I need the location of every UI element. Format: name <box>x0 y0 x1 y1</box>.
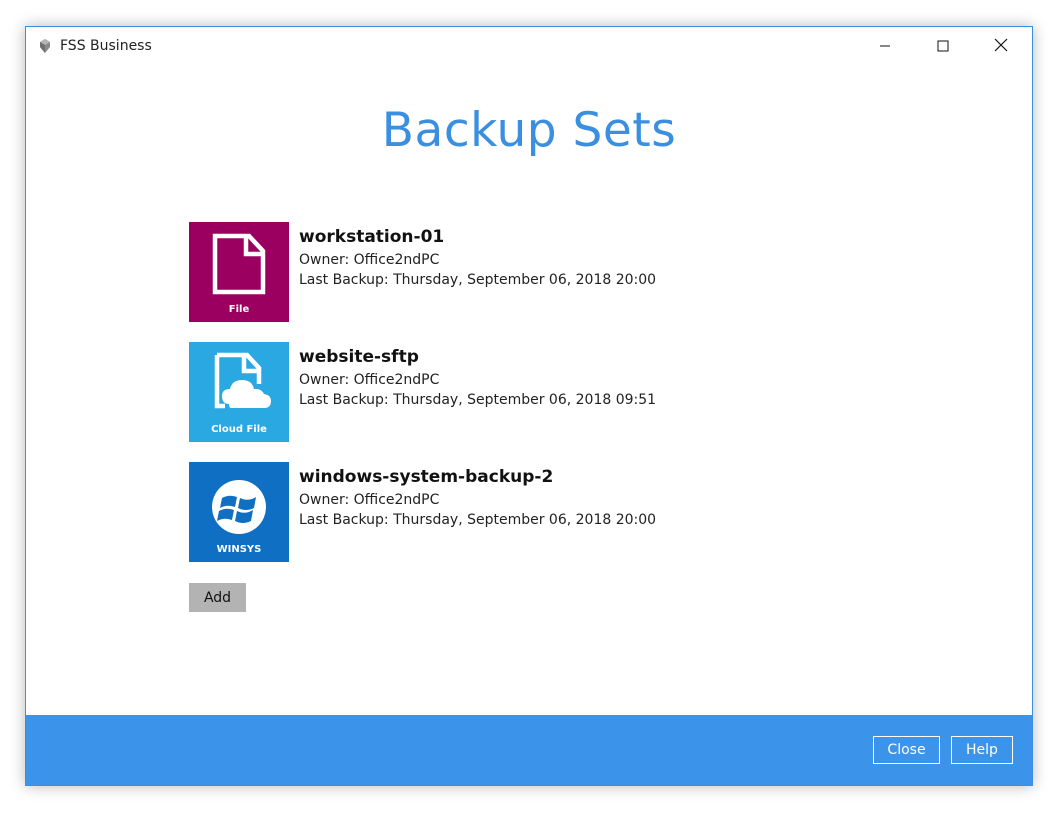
backup-set-name[interactable]: windows-system-backup-2 <box>299 467 553 487</box>
backup-set-owner: Owner: Office2ndPC <box>299 492 440 508</box>
tile-type-label: File <box>228 304 250 315</box>
backup-set-name[interactable]: website-sftp <box>299 347 419 367</box>
minimize-button[interactable] <box>856 27 914 65</box>
maximize-button[interactable] <box>914 27 972 65</box>
backup-set-item: Cloud File website-sftp Owner: Office2nd… <box>189 342 789 442</box>
footer-bar: Close Help <box>26 715 1032 785</box>
add-backup-set-button[interactable]: Add <box>189 583 246 612</box>
minimize-icon <box>879 37 891 56</box>
backup-set-tile-winsys[interactable]: WINSYS <box>189 462 289 562</box>
close-window-button[interactable] <box>972 27 1030 65</box>
backup-set-last-backup: Last Backup: Thursday, September 06, 201… <box>299 392 657 408</box>
window-title: FSS Business <box>60 38 152 54</box>
close-button[interactable]: Close <box>873 736 940 764</box>
backup-set-item: File workstation-01 Owner: Office2ndPC L… <box>189 222 789 322</box>
backup-set-owner: Owner: Office2ndPC <box>299 252 440 268</box>
maximize-icon <box>937 37 949 56</box>
backup-set-last-backup: Last Backup: Thursday, September 06, 201… <box>299 272 657 288</box>
app-window: FSS Business Backup Sets File workstatio… <box>25 26 1033 786</box>
backup-set-owner: Owner: Office2ndPC <box>299 372 440 388</box>
help-button[interactable]: Help <box>951 736 1013 764</box>
close-icon <box>994 37 1008 56</box>
backup-set-tile-cloud-file[interactable]: Cloud File <box>189 342 289 442</box>
tile-type-label: Cloud File <box>211 424 267 435</box>
tile-type-label: WINSYS <box>216 544 262 555</box>
backup-set-last-backup: Last Backup: Thursday, September 06, 201… <box>299 512 657 528</box>
title-bar[interactable]: FSS Business <box>26 27 1032 65</box>
backup-set-name[interactable]: workstation-01 <box>299 227 444 247</box>
page-title: Backup Sets <box>381 103 677 158</box>
backup-set-tile-file[interactable]: File <box>189 222 289 322</box>
fss-app-icon <box>37 38 53 54</box>
backup-set-item: WINSYS windows-system-backup-2 Owner: Of… <box>189 462 789 562</box>
